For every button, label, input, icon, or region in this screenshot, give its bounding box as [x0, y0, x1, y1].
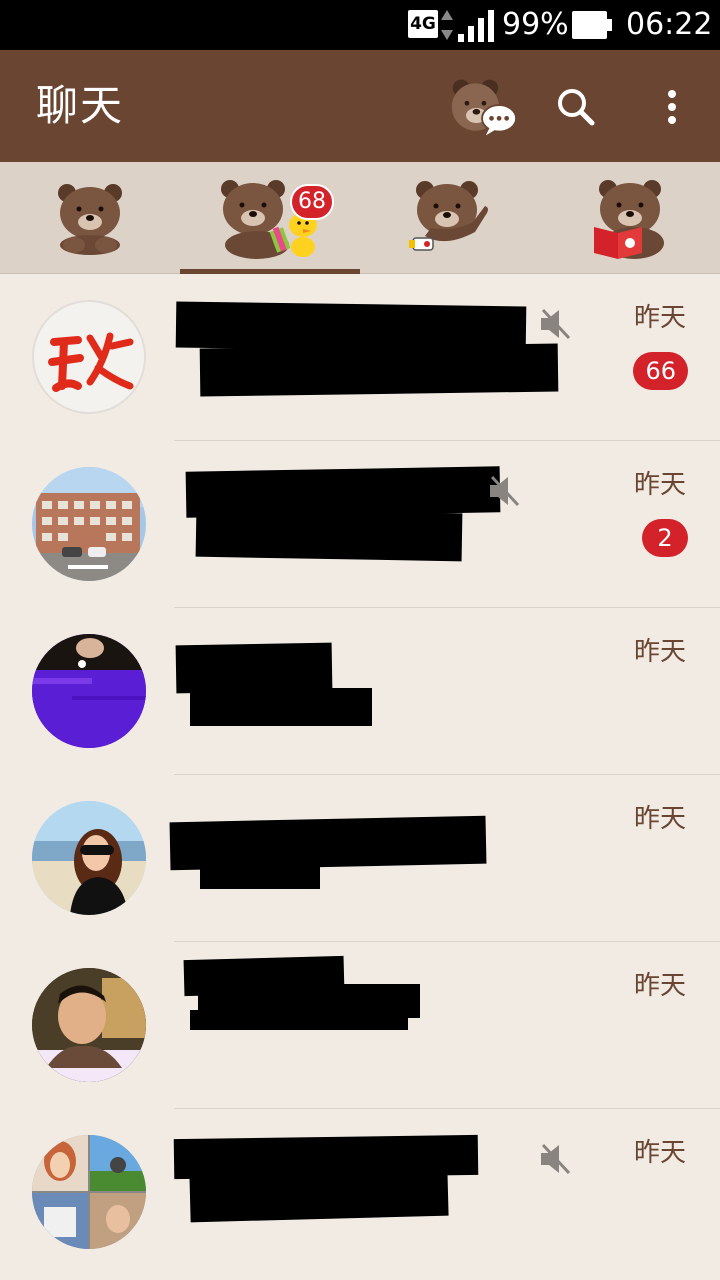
chat-time: 昨天	[633, 1138, 686, 1168]
tab-strip: 68	[0, 162, 720, 274]
mute-icon	[490, 475, 520, 507]
signal-strength-icon	[458, 10, 494, 42]
chat-avatar	[32, 634, 146, 748]
chat-row[interactable]: 昨天	[0, 775, 720, 942]
tab-more[interactable]	[540, 162, 720, 274]
search-button[interactable]	[541, 72, 611, 142]
chat-time: 昨天	[633, 971, 686, 1001]
chat-time: 昨天	[633, 303, 686, 333]
bear-timeline-icon	[409, 181, 488, 251]
app-header: 聊天	[0, 50, 720, 162]
tab-friends[interactable]	[0, 162, 180, 274]
battery-icon	[572, 11, 612, 39]
redacted-preview	[200, 847, 320, 889]
chat-row[interactable]: 昨天 2	[0, 441, 720, 608]
status-bar: 4G 99% 06:22	[0, 0, 720, 50]
chat-time: 昨天	[633, 470, 686, 500]
search-icon	[558, 89, 595, 126]
bear-friends-icon	[58, 184, 122, 255]
chat-row[interactable]: 昨天	[0, 608, 720, 775]
network-type-indicator: 4G	[408, 10, 438, 38]
building-photo-avatar	[32, 467, 146, 581]
redacted-preview	[199, 343, 559, 397]
chat-time: 昨天	[633, 804, 686, 834]
kebab-menu-icon	[668, 90, 676, 124]
redacted-name	[175, 642, 333, 694]
chat-time: 昨天	[633, 637, 686, 667]
chat-avatar	[32, 300, 146, 414]
redacted-preview	[190, 1010, 408, 1030]
create-chat-button[interactable]	[448, 72, 518, 142]
status-clock: 06:22	[626, 7, 713, 42]
chat-list: 昨天 66 昨天 2 昨天 昨天 昨天 昨天	[0, 274, 720, 1276]
tab-timeline[interactable]	[360, 162, 540, 274]
redacted-preview	[190, 688, 372, 726]
battery-percent: 99%	[502, 7, 569, 42]
chat-row[interactable]: 昨天	[0, 1109, 720, 1276]
chat-avatar	[32, 1135, 146, 1249]
redacted-preview	[195, 508, 463, 562]
more-options-button[interactable]	[637, 72, 707, 142]
selfie-photo-avatar	[32, 968, 146, 1082]
chat-avatar	[32, 968, 146, 1082]
bear-chat-icon	[451, 79, 518, 136]
beach-photo-avatar	[32, 801, 146, 915]
glitched-photo-avatar	[32, 634, 146, 748]
chat-avatar	[32, 801, 146, 915]
bear-reading-icon	[594, 180, 664, 259]
chats-unread-badge: 68	[290, 184, 334, 220]
redacted-preview	[189, 1167, 449, 1223]
unread-count-badge: 2	[642, 519, 688, 557]
chat-avatar	[32, 467, 146, 581]
mute-icon	[541, 308, 571, 340]
unread-count-badge: 66	[633, 352, 688, 390]
data-activity-icon	[441, 10, 453, 40]
chat-row[interactable]: 昨天 66	[0, 274, 720, 441]
mute-icon	[541, 1143, 571, 1175]
tab-chats[interactable]: 68	[180, 162, 360, 274]
page-title: 聊天	[36, 81, 125, 130]
calligraphy-logo-avatar	[48, 332, 134, 392]
chat-row[interactable]: 昨天	[0, 942, 720, 1109]
group-collage-avatar	[32, 1135, 146, 1249]
